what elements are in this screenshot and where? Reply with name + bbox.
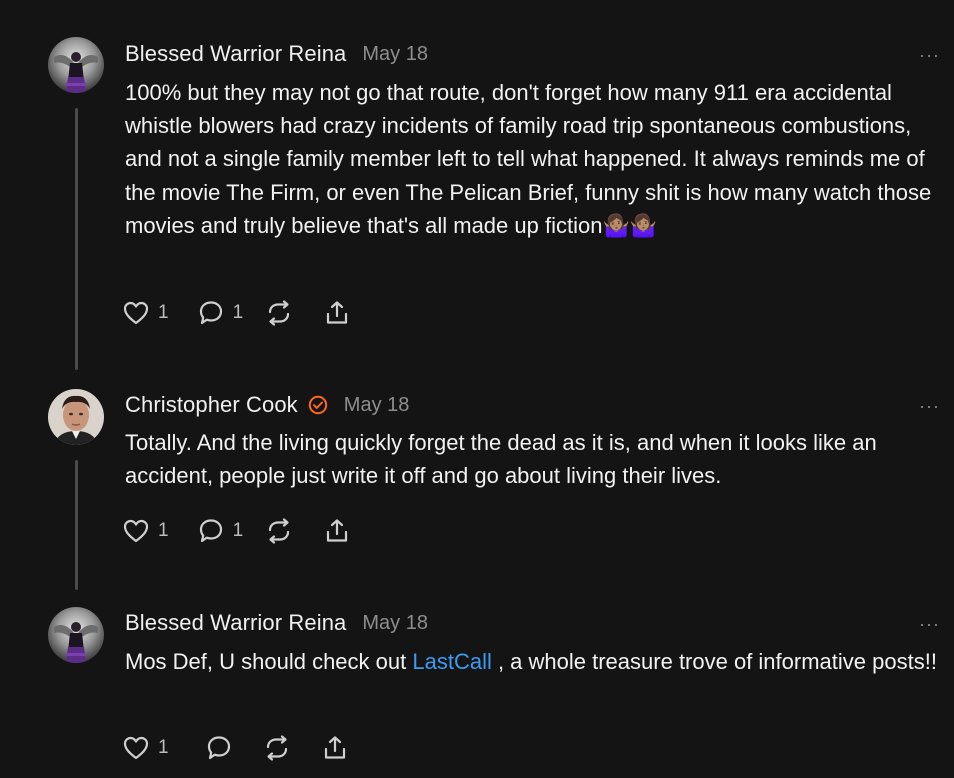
- like-button[interactable]: 1: [122, 518, 169, 544]
- more-options-icon[interactable]: ···: [919, 397, 940, 415]
- avatar[interactable]: [48, 37, 104, 93]
- thread-line: [75, 460, 78, 590]
- comment-header: Blessed Warrior Reina May 18: [125, 608, 428, 638]
- comment-date[interactable]: May 18: [344, 394, 410, 417]
- avatar[interactable]: [48, 389, 104, 445]
- restack-icon: [266, 735, 287, 761]
- comment-text: Totally. And the living quickly forget t…: [125, 430, 877, 489]
- like-count: 1: [158, 302, 169, 323]
- reply-button[interactable]: [205, 734, 233, 762]
- reply-count: 1: [232, 520, 244, 541]
- comment-text-before: Mos Def, U should check out: [125, 649, 413, 674]
- restack-button[interactable]: [263, 734, 291, 762]
- like-count: 1: [158, 737, 169, 758]
- restack-button[interactable]: [265, 299, 293, 327]
- avatar[interactable]: [48, 607, 104, 663]
- comment-bubble-icon: [199, 519, 222, 543]
- restack-button[interactable]: [265, 517, 293, 545]
- reply-button[interactable]: 1: [197, 299, 244, 327]
- comment-actions: 1: [122, 734, 349, 762]
- more-options-icon[interactable]: ···: [919, 46, 940, 64]
- share-icon: [324, 736, 345, 759]
- reply-count: 1: [232, 302, 244, 323]
- heart-icon: [123, 519, 149, 543]
- share-button[interactable]: [323, 517, 351, 545]
- comment-bubble-icon: [199, 301, 222, 325]
- thread-line: [75, 108, 78, 370]
- author-name[interactable]: Blessed Warrior Reina: [125, 610, 346, 636]
- like-button[interactable]: 1: [122, 735, 169, 761]
- comment-header: Christopher Cook May 18: [125, 390, 409, 420]
- share-icon: [327, 519, 348, 542]
- share-button[interactable]: [323, 299, 351, 327]
- restack-icon: [269, 300, 290, 326]
- comment-actions: 1 1: [122, 517, 351, 545]
- verified-badge-icon: [308, 395, 327, 415]
- share-button[interactable]: [321, 734, 349, 762]
- author-name[interactable]: Blessed Warrior Reina: [125, 41, 346, 67]
- comment-thread: Blessed Warrior Reina May 18 ··· 100% bu…: [0, 0, 954, 778]
- like-count: 1: [158, 520, 169, 541]
- comment-text: 100% but they may not go that route, don…: [125, 80, 932, 238]
- comment-date[interactable]: May 18: [362, 612, 428, 635]
- heart-icon: [123, 301, 149, 325]
- like-button[interactable]: 1: [122, 300, 169, 326]
- share-icon: [327, 301, 348, 324]
- more-options-icon[interactable]: ···: [919, 615, 940, 633]
- comment-text-after: , a whole treasure trove of informative …: [491, 649, 937, 674]
- author-name[interactable]: Christopher Cook: [125, 392, 298, 418]
- comment-header: Blessed Warrior Reina May 18: [125, 39, 428, 69]
- restack-icon: [269, 518, 290, 544]
- comment-text: Mos Def, U should check out LastCall , a…: [125, 645, 950, 678]
- comment-date[interactable]: May 18: [362, 43, 428, 66]
- publication-link[interactable]: LastCall: [412, 649, 491, 674]
- reply-button[interactable]: 1: [197, 517, 244, 545]
- heart-icon: [123, 736, 149, 760]
- comment-actions: 1 1: [122, 299, 351, 327]
- comment-bubble-icon: [207, 736, 230, 760]
